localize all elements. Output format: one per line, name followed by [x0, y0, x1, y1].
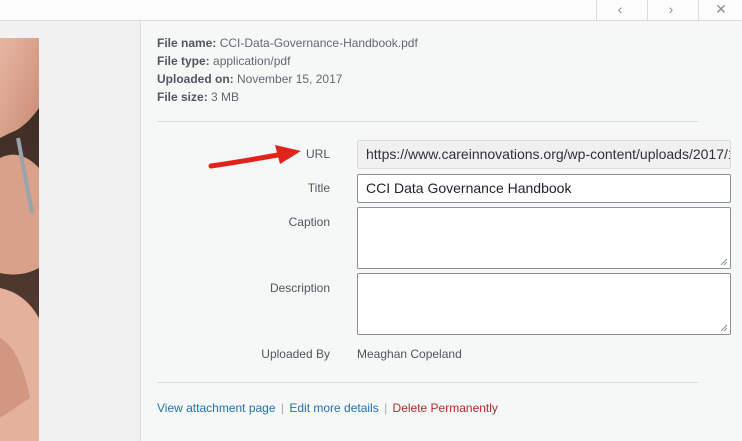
description-textarea[interactable]	[357, 273, 731, 335]
separator: |	[280, 401, 284, 415]
red-arrow-annotation	[208, 145, 301, 169]
close-icon: ✕	[715, 1, 727, 17]
caption-label: Caption	[288, 215, 330, 229]
view-attachment-page-link[interactable]: View attachment page	[157, 401, 276, 415]
uploaded-on-value: November 15, 2017	[237, 72, 343, 86]
uploaded-by-value: Meaghan Copeland	[357, 347, 462, 361]
uploaded-on-row: Uploaded on: November 15, 2017	[157, 70, 418, 88]
uploaded-on-label: Uploaded on:	[157, 72, 234, 86]
modal-header: ‹ › ✕	[0, 0, 742, 21]
chevron-right-icon: ›	[668, 1, 674, 17]
chevron-left-icon: ‹	[617, 1, 623, 17]
delete-permanently-link[interactable]: Delete Permanently	[393, 401, 498, 415]
file-type-label: File type:	[157, 54, 210, 68]
file-name-label: File name:	[157, 36, 217, 50]
divider	[157, 382, 698, 383]
file-size-label: File size:	[157, 90, 208, 104]
description-label: Description	[269, 281, 330, 295]
file-type-row: File type: application/pdf	[157, 52, 418, 70]
file-type-value: application/pdf	[213, 54, 291, 68]
resize-handle-icon[interactable]	[720, 258, 728, 266]
attachment-actions: View attachment page | Edit more details…	[157, 401, 498, 415]
divider	[157, 121, 698, 122]
uploaded-by-label: Uploaded By	[261, 347, 330, 361]
file-size-row: File size: 3 MB	[157, 88, 418, 106]
attachment-preview-image	[0, 38, 39, 441]
edit-more-details-link[interactable]: Edit more details	[289, 401, 378, 415]
title-label: Title	[307, 181, 330, 195]
file-name-value: CCI-Data-Governance-Handbook.pdf	[219, 36, 418, 50]
separator: |	[384, 401, 388, 415]
close-button[interactable]: ✕	[698, 0, 742, 20]
next-button[interactable]: ›	[647, 0, 694, 20]
file-name-row: File name: CCI-Data-Governance-Handbook.…	[157, 34, 418, 52]
url-field[interactable]: https://www.careinnovations.org/wp-conte…	[357, 140, 731, 169]
file-info: File name: CCI-Data-Governance-Handbook.…	[157, 34, 418, 106]
title-input[interactable]: CCI Data Governance Handbook	[357, 174, 731, 203]
caption-textarea[interactable]	[357, 207, 731, 269]
file-size-value: 3 MB	[211, 90, 240, 104]
previous-button[interactable]: ‹	[596, 0, 643, 20]
resize-handle-icon[interactable]	[720, 324, 728, 332]
